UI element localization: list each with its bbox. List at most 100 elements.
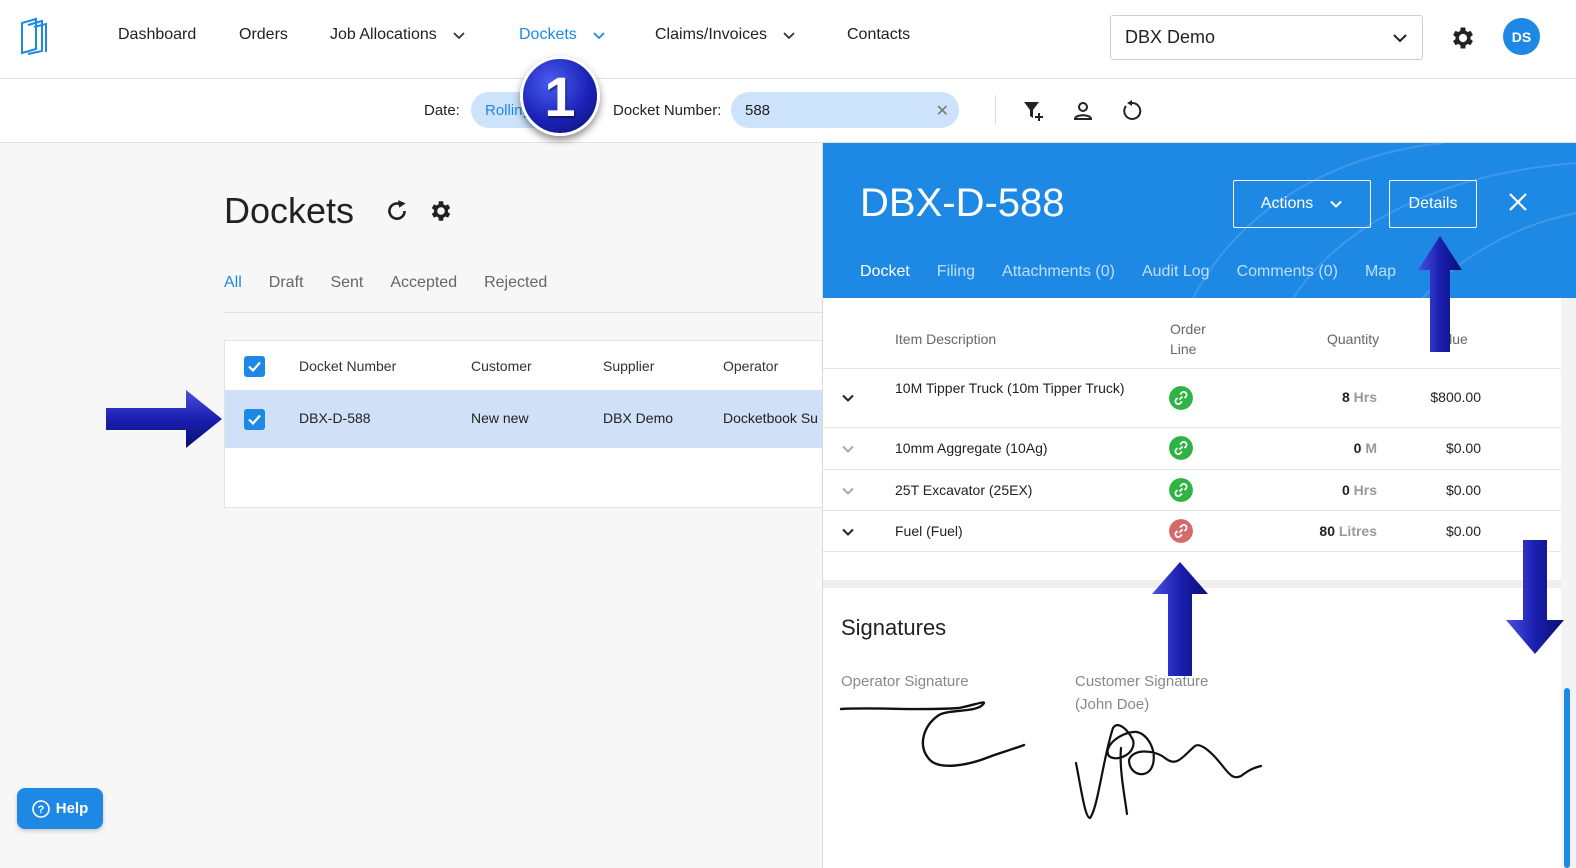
divider [224,312,822,313]
docket-number-input[interactable]: 588 ✕ [731,92,959,128]
chevron-down-icon[interactable] [841,391,855,405]
link-icon[interactable] [1169,386,1193,410]
help-button[interactable]: ? Help [17,788,103,829]
line-item-row[interactable]: 10mm Aggregate (10Ag) 0 M $0.00 [823,428,1561,469]
docket-title: DBX-D-588 [860,181,1065,225]
tab-rejected[interactable]: Rejected [484,274,547,292]
line-item-row[interactable]: Fuel (Fuel) 80 Litres $0.00 [823,511,1561,552]
chevron-down-icon[interactable] [841,484,855,498]
check-icon [248,414,261,426]
tab-accepted[interactable]: Accepted [390,274,457,292]
divider [995,95,996,125]
cell-operator: Docketbook Su [723,410,818,426]
user-avatar[interactable]: DS [1503,18,1540,55]
table-row[interactable]: DBX-D-588 New new DBX Demo Docketbook Su [225,390,822,448]
user-filter-icon[interactable] [1071,99,1095,123]
line-item-quantity: 0 Hrs [1342,482,1377,498]
question-icon: ? [31,799,50,818]
dockets-table: Docket Number Customer Supplier Operator… [224,340,822,508]
nav-dashboard[interactable]: Dashboard [118,26,196,44]
top-navbar: Dashboard Orders Job Allocations Dockets… [0,0,1576,79]
annotation-arrow-up-icon [1152,562,1208,676]
chevron-down-icon[interactable] [841,442,855,456]
operator-signature-label: Operator Signature [841,673,969,690]
tab-docket[interactable]: Docket [860,263,910,281]
line-item-description: 10mm Aggregate (10Ag) [895,440,1048,456]
gear-icon[interactable] [1449,24,1477,52]
clear-icon[interactable]: ✕ [936,101,949,121]
quantity-value: 0 [1341,482,1350,498]
refresh-icon[interactable] [384,198,410,224]
column-header-customer[interactable]: Customer [471,358,532,374]
organization-select[interactable]: DBX Demo [1110,15,1423,60]
line-item-quantity: 80 Litres [1319,523,1377,539]
organization-select-value: DBX Demo [1125,27,1216,47]
step-number-badge: 1 [520,56,600,136]
quantity-unit: Hrs [1353,389,1377,405]
actions-button[interactable]: Actions [1233,180,1371,228]
svg-text:?: ? [37,804,44,816]
quantity-unit: Litres [1338,523,1377,539]
chevron-down-icon [453,32,465,40]
tab-draft[interactable]: Draft [269,274,304,292]
line-item-quantity: 8 Hrs [1342,389,1377,405]
column-header-item-description: Item Description [895,331,997,347]
reset-icon[interactable] [1120,99,1144,123]
help-label: Help [55,800,89,817]
column-header-quantity: Quantity [1327,331,1380,347]
check-icon [248,361,261,373]
select-all-checkbox[interactable] [244,356,265,377]
cell-customer: New new [471,410,529,426]
quantity-value: 0 [1353,440,1362,456]
line-item-row[interactable]: 10M Tipper Truck (10m Tipper Truck) 8 Hr… [823,369,1561,427]
line-item-value: $0.00 [1445,440,1481,456]
row-checkbox[interactable] [244,409,265,430]
drawer-scrollbar-thumb[interactable] [1564,688,1570,868]
quantity-unit: M [1365,440,1377,456]
date-filter-label: Date: [424,102,460,119]
nav-orders[interactable]: Orders [239,26,288,44]
annotation-arrow-down-icon [1506,540,1564,654]
docket-status-tabs: All Draft Sent Accepted Rejected [224,274,547,292]
tab-attachments[interactable]: Attachments (0) [1002,263,1115,281]
quantity-value: 8 [1341,389,1350,405]
nav-dockets[interactable]: Dockets [519,26,607,44]
link-icon[interactable] [1169,436,1193,460]
cell-supplier: DBX Demo [603,410,674,426]
tab-audit-log[interactable]: Audit Log [1142,263,1210,281]
chevron-down-icon[interactable] [841,525,855,539]
column-header-operator[interactable]: Operator [723,358,778,374]
nav-contacts[interactable]: Contacts [847,26,910,44]
column-header-order-line: Order Line [1170,319,1206,359]
tab-filing[interactable]: Filing [937,263,975,281]
line-item-description: Fuel (Fuel) [895,523,963,539]
cell-docket-number: DBX-D-588 [299,410,371,426]
tab-map[interactable]: Map [1365,263,1396,281]
tab-sent[interactable]: Sent [330,274,363,292]
line-item-description: 10M Tipper Truck (10m Tipper Truck) [895,380,1125,396]
operator-signature-image [839,701,1026,767]
line-item-value: $0.00 [1445,482,1481,498]
line-item-row[interactable]: 25T Excavator (25EX) 0 Hrs $0.00 [823,470,1561,511]
chevron-down-icon [1393,33,1407,42]
docket-number-label: Docket Number: [613,102,722,119]
tab-comments[interactable]: Comments (0) [1237,263,1338,281]
column-header-supplier[interactable]: Supplier [603,358,654,374]
unlinked-icon[interactable] [1169,519,1193,543]
settings-gear-icon[interactable] [428,198,454,224]
column-header-docket-number[interactable]: Docket Number [299,358,396,374]
details-label: Details [1408,195,1458,212]
app-logo-icon[interactable] [18,17,48,55]
close-icon[interactable] [1507,191,1529,213]
chevron-down-icon [783,32,795,40]
details-button[interactable]: Details [1389,180,1477,228]
docket-number-value: 588 [745,101,771,119]
add-filter-icon[interactable] [1022,99,1046,123]
quantity-value: 80 [1319,523,1335,539]
tab-all[interactable]: All [224,274,242,292]
link-icon[interactable] [1169,478,1193,502]
order-line-label-1: Order [1170,321,1206,337]
nav-claims-invoices[interactable]: Claims/Invoices [655,26,797,44]
nav-job-allocations[interactable]: Job Allocations [330,26,467,44]
page-title: Dockets [224,190,355,231]
